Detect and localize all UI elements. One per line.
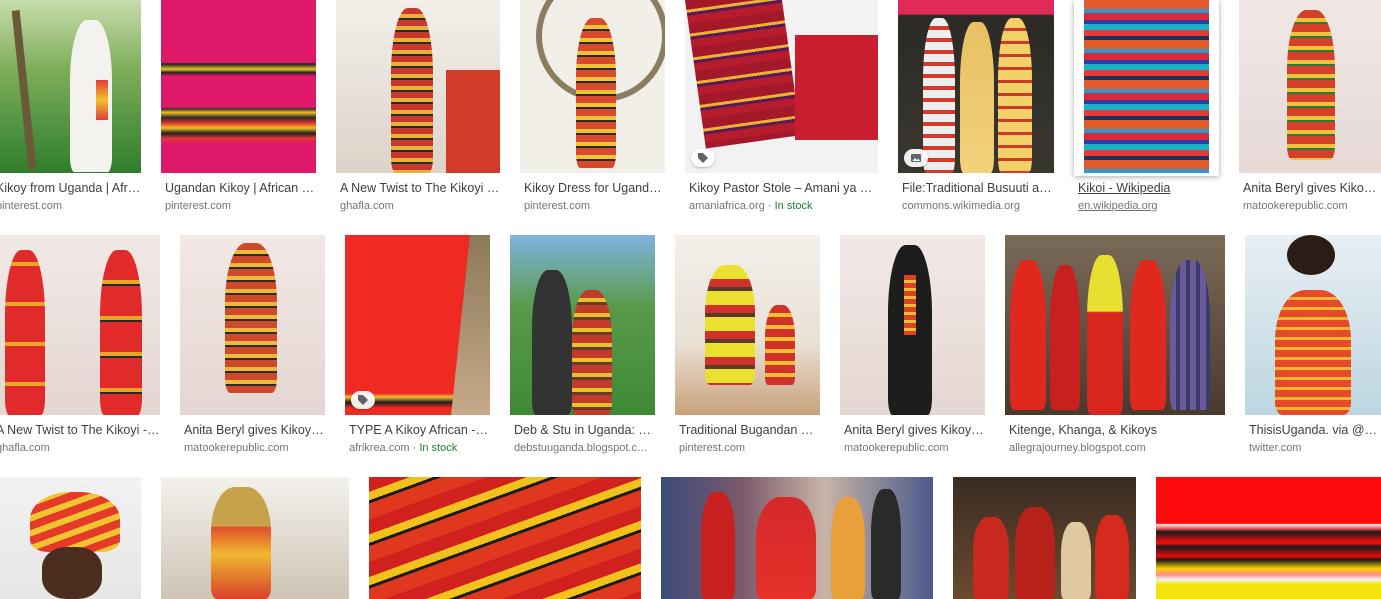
result-card[interactable]: TYPE A Kikoy African - … afrikrea.com · … [345,235,490,457]
result-thumbnail[interactable] [369,477,641,599]
result-source[interactable]: pinterest.com [0,200,141,212]
result-thumbnail[interactable] [180,235,325,415]
result-source[interactable]: pinterest.com [679,442,820,454]
result-card[interactable]: Kitenge, Khanga, & Kikoys allegrajourney… [1005,235,1225,457]
result-title[interactable]: ThisisUganda. via @sol… [1249,423,1381,437]
result-title[interactable]: Ugandan Kikoy | African … [165,181,316,195]
result-title[interactable]: Anita Beryl gives Kikoy … [844,423,985,437]
image-icon [904,149,928,167]
result-title[interactable]: A New Twist to The Kikoyi … [340,181,500,195]
result-thumbnail[interactable] [1245,235,1381,415]
result-source[interactable]: matookerepublic.com [184,442,325,454]
result-source[interactable]: twitter.com [1249,442,1381,454]
result-card[interactable]: Kikoi - Wikipedia en.wikipedia.org [1074,0,1219,215]
result-card[interactable] [0,477,141,599]
result-thumbnail[interactable] [0,235,160,415]
result-thumbnail[interactable] [661,477,933,599]
result-thumbnail[interactable] [520,0,665,173]
in-stock-label: · In stock [767,200,813,212]
result-title[interactable]: Kikoy Pastor Stole – Amani ya J… [689,181,878,195]
result-title[interactable]: Kikoy from Uganda | Afri… [0,181,141,195]
result-title[interactable]: Deb & Stu in Uganda: K… [514,423,655,437]
result-thumbnail[interactable] [675,235,820,415]
result-source[interactable]: pinterest.com [165,200,316,212]
result-card[interactable]: Ugandan Kikoy | African … pinterest.com [161,0,316,215]
result-title[interactable]: Anita Beryl gives Kikoy a… [1243,181,1381,195]
result-source[interactable]: amaniafrica.org · In stock [689,200,878,212]
result-source[interactable]: en.wikipedia.org [1078,200,1219,212]
result-thumbnail[interactable] [898,0,1054,173]
result-thumbnail[interactable] [685,0,878,173]
tag-icon [691,149,715,167]
result-card[interactable] [661,477,933,599]
result-card[interactable] [369,477,641,599]
result-card[interactable]: Anita Beryl gives Kikoy a… matookerepubl… [1239,0,1381,215]
result-card[interactable]: ThisisUganda. via @sol… twitter.com [1245,235,1381,457]
result-thumbnail[interactable] [840,235,985,415]
result-thumbnail[interactable] [161,0,316,173]
result-source[interactable]: ghafla.com [0,442,160,454]
result-source-domain: amaniafrica.org [689,200,765,212]
result-thumbnail[interactable] [161,477,349,599]
result-title[interactable]: Kikoi - Wikipedia [1078,181,1219,195]
result-thumbnail[interactable] [336,0,500,173]
result-card[interactable]: Anita Beryl gives Kikoy … matookerepubli… [840,235,985,457]
result-card[interactable]: File:Traditional Busuuti a… commons.wiki… [898,0,1054,215]
result-title[interactable]: Kitenge, Khanga, & Kikoys [1009,423,1225,437]
result-title[interactable]: A New Twist to The Kikoyi - … [0,423,160,437]
result-title[interactable]: File:Traditional Busuuti a… [902,181,1054,195]
result-source[interactable]: debstuuganda.blogspot.c… [514,442,655,454]
result-card[interactable]: Traditional Bugandan D… pinterest.com [675,235,820,457]
result-source[interactable]: pinterest.com [524,200,665,212]
result-thumbnail[interactable] [510,235,655,415]
result-card[interactable]: Deb & Stu in Uganda: K… debstuuganda.blo… [510,235,655,457]
result-thumbnail[interactable] [0,0,141,173]
result-source[interactable]: afrikrea.com · In stock [349,442,490,454]
result-title[interactable]: Kikoy Dress for Uganda… [524,181,665,195]
in-stock-label: · In stock [412,442,458,454]
tag-icon [351,391,375,409]
result-card[interactable]: Kikoy Pastor Stole – Amani ya J… amaniaf… [685,0,878,215]
result-source[interactable]: matookerepublic.com [844,442,985,454]
result-thumbnail[interactable] [953,477,1136,599]
result-card[interactable]: A New Twist to The Kikoyi - … ghafla.com [0,235,160,457]
result-thumbnail[interactable] [1156,477,1381,599]
result-card[interactable]: A New Twist to The Kikoyi … ghafla.com [336,0,500,215]
result-card[interactable] [161,477,349,599]
result-source-domain: afrikrea.com [349,442,410,454]
result-card[interactable] [953,477,1136,599]
result-card[interactable]: Anita Beryl gives Kikoy … matookerepubli… [180,235,325,457]
result-source[interactable]: matookerepublic.com [1243,200,1381,212]
result-thumbnail[interactable] [0,477,141,599]
result-thumbnail[interactable] [1084,0,1209,173]
result-card[interactable]: Kikoy from Uganda | Afri… pinterest.com [0,0,141,215]
result-thumbnail[interactable] [1005,235,1225,415]
result-source[interactable]: ghafla.com [340,200,500,212]
result-title[interactable]: TYPE A Kikoy African - … [349,423,490,437]
result-card[interactable] [1156,477,1381,599]
result-card[interactable]: Kikoy Dress for Uganda… pinterest.com [520,0,665,215]
result-title[interactable]: Traditional Bugandan D… [679,423,820,437]
result-source[interactable]: commons.wikimedia.org [902,200,1054,212]
result-thumbnail[interactable] [1239,0,1381,173]
result-title[interactable]: Anita Beryl gives Kikoy … [184,423,325,437]
result-source[interactable]: allegrajourney.blogspot.com [1009,442,1225,454]
result-thumbnail[interactable] [345,235,490,415]
